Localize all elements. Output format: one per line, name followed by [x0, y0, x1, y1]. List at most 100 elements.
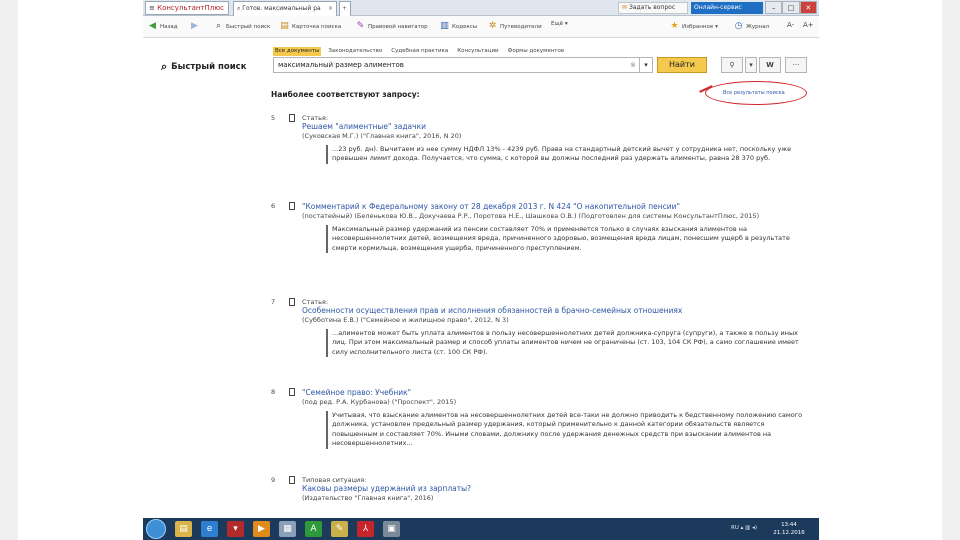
right-margin: [942, 0, 960, 540]
arrow-left-icon: ◀: [149, 21, 156, 31]
tab-document-forms[interactable]: Формы документов: [506, 47, 567, 56]
document-icon: [289, 388, 295, 396]
volume-icon[interactable]: ◂): [752, 525, 757, 531]
maximize-icon[interactable]: □: [782, 1, 800, 14]
book-icon: ▥: [440, 21, 449, 31]
result-meta: (Суковская М.Г.) ("Главная книга", 2016,…: [302, 132, 462, 140]
tab-all-documents[interactable]: Все документы: [273, 47, 322, 56]
result-body: Статья: Особенности осуществления прав и…: [302, 298, 810, 357]
result-title-link[interactable]: Каковы размеры удержаний из зарплаты?: [302, 484, 810, 494]
tab-court-practice[interactable]: Судебная практика: [389, 47, 450, 56]
navigator-icon: ✎: [356, 21, 365, 31]
close-window-icon[interactable]: ✕: [799, 1, 817, 14]
ask-question-button[interactable]: ✉ Задать вопрос: [618, 2, 688, 14]
menu-icon: ≡: [149, 4, 158, 12]
title-bar: ≡ КонсультантПлюс ⌕ Готов. максимальный …: [143, 0, 819, 16]
more-label: Ещё: [551, 21, 564, 27]
arrow-right-icon: ▶: [191, 21, 198, 31]
binoculars-dropdown[interactable]: ▾: [745, 57, 757, 73]
more-options-button[interactable]: ···: [785, 57, 807, 73]
media-player-icon[interactable]: ▶: [253, 521, 270, 537]
result-body: Статья: Решаем "алиментные" задачки (Сук…: [302, 114, 810, 164]
compass-icon: ✲: [488, 21, 497, 31]
minimize-icon[interactable]: –: [765, 1, 783, 14]
search-input[interactable]: максимальный размер алиментов ⊗ ▾: [273, 57, 653, 73]
binoculars-button[interactable]: ⚲: [721, 57, 743, 73]
search-icon: ⌕: [215, 21, 222, 31]
app-brand: КонсультантПлюс: [157, 4, 225, 12]
result-meta: (Издательство "Главная книга", 2016): [302, 494, 434, 502]
find-button[interactable]: Найти: [657, 57, 707, 73]
tab-search-results[interactable]: ⌕ Готов. максимальный ра ×: [233, 1, 337, 16]
spreadsheet-icon[interactable]: A: [305, 521, 322, 537]
more-menu-button[interactable]: Ещё ▾: [551, 21, 568, 27]
chevron-down-icon: ▾: [565, 21, 568, 27]
result-body: Типовая ситуация: Каковы размеры удержан…: [302, 476, 810, 503]
system-tray: RU ▴ ▥ ◂): [731, 525, 757, 531]
tab-consultations[interactable]: Консультации: [455, 47, 500, 56]
start-button[interactable]: [146, 519, 166, 539]
tab-title: Готов. максимальный ра: [242, 5, 321, 12]
internet-explorer-icon[interactable]: e: [201, 521, 218, 537]
app-menu-button[interactable]: ≡ КонсультантПлюс: [145, 1, 229, 15]
legal-navigator-button[interactable]: ✎ Правовой навигатор: [355, 21, 428, 32]
font-decrease-button[interactable]: А-: [787, 21, 794, 29]
binoculars-icon: ⚲: [729, 61, 735, 69]
new-tab-button[interactable]: +: [339, 1, 351, 16]
chat-icon: ✉: [622, 4, 629, 11]
result-snippet: Максимальный размер удержаний из пенсии …: [326, 224, 810, 253]
calculator-icon[interactable]: ▦: [279, 521, 296, 537]
codes-button[interactable]: ▥ Кодексы: [439, 21, 477, 32]
chevron-down-icon: ▾: [749, 61, 753, 69]
windows-taskbar: ▤ e ▾ ▶ ▦ A ✎ ⅄ ▣ RU ▴ ▥ ◂) 13:44 21.12.…: [143, 518, 819, 540]
legal-navigator-label: Правовой навигатор: [368, 23, 428, 30]
clock-time: 13:44: [781, 522, 797, 528]
guides-button[interactable]: ✲ Путеводители: [487, 21, 542, 32]
result-title-link[interactable]: "Семейное право: Учебник": [302, 388, 810, 398]
chevron-down-icon: ▾: [715, 23, 718, 30]
paint-icon[interactable]: ✎: [331, 521, 348, 537]
consultant-taskbar-icon[interactable]: ▾: [227, 521, 244, 537]
quick-search-button[interactable]: ⌕ Быстрый поиск: [213, 21, 270, 32]
result-type: Статья:: [302, 114, 329, 122]
window-controls: – □ ✕: [765, 1, 817, 14]
result-title-link[interactable]: Решаем "алиментные" задачки: [302, 122, 810, 132]
forward-button[interactable]: ▶: [189, 21, 200, 32]
result-snippet: ...алиментов может быть уплата алиментов…: [326, 328, 810, 357]
results-heading: Наиболее соответствуют запросу:: [271, 90, 420, 99]
history-button[interactable]: ◷ Журнал: [733, 21, 770, 32]
online-service-button[interactable]: Онлайн-сервис: [691, 2, 763, 14]
main-toolbar: ◀ Назад ▶ ⌕ Быстрый поиск ▤ Карточка пои…: [143, 16, 819, 38]
explorer-icon[interactable]: ▤: [175, 521, 192, 537]
result-title-link[interactable]: Особенности осуществления прав и исполне…: [302, 306, 810, 316]
result-number: 9: [271, 476, 276, 484]
history-label: Журнал: [746, 23, 770, 30]
language-indicator[interactable]: RU: [731, 525, 739, 531]
result-number: 8: [271, 388, 276, 396]
clock-date: 21.12.2016: [773, 530, 805, 536]
pdf-reader-icon[interactable]: ⅄: [357, 521, 374, 537]
all-results-link[interactable]: Все результаты поиска: [723, 90, 785, 96]
system-clock[interactable]: 13:44 21.12.2016: [767, 521, 811, 537]
tab-legislation[interactable]: Законодательство: [326, 47, 384, 56]
result-title-link[interactable]: "Комментарий к Федеральному закону от 28…: [302, 202, 810, 212]
consultant-window: ≡ КонсультантПлюс ⌕ Готов. максимальный …: [143, 0, 819, 540]
quick-search-title: Быстрый поиск: [171, 62, 247, 72]
clear-search-icon[interactable]: ⊗: [630, 58, 636, 72]
favorites-button[interactable]: ★ Избранное ▾: [669, 21, 718, 32]
document-icon: [289, 114, 295, 122]
result-type: Типовая ситуация:: [302, 476, 367, 484]
app-icon[interactable]: ▣: [383, 521, 400, 537]
search-history-dropdown[interactable]: ▾: [639, 58, 652, 72]
online-service-label: Онлайн-сервис: [694, 4, 742, 11]
back-button[interactable]: ◀ Назад: [147, 21, 178, 32]
network-icon[interactable]: ▥: [745, 525, 750, 531]
search-icon: ⌕: [161, 60, 168, 73]
search-card-label: Карточка поиска: [292, 23, 342, 30]
codes-label: Кодексы: [452, 23, 478, 30]
font-increase-button[interactable]: А+: [803, 21, 814, 29]
result-meta: (под ред. Р.А. Курбанова) ("Проспект", 2…: [302, 398, 457, 406]
search-card-button[interactable]: ▤ Карточка поиска: [279, 21, 341, 32]
close-tab-icon[interactable]: ×: [328, 2, 333, 15]
word-export-button[interactable]: W: [759, 57, 781, 73]
